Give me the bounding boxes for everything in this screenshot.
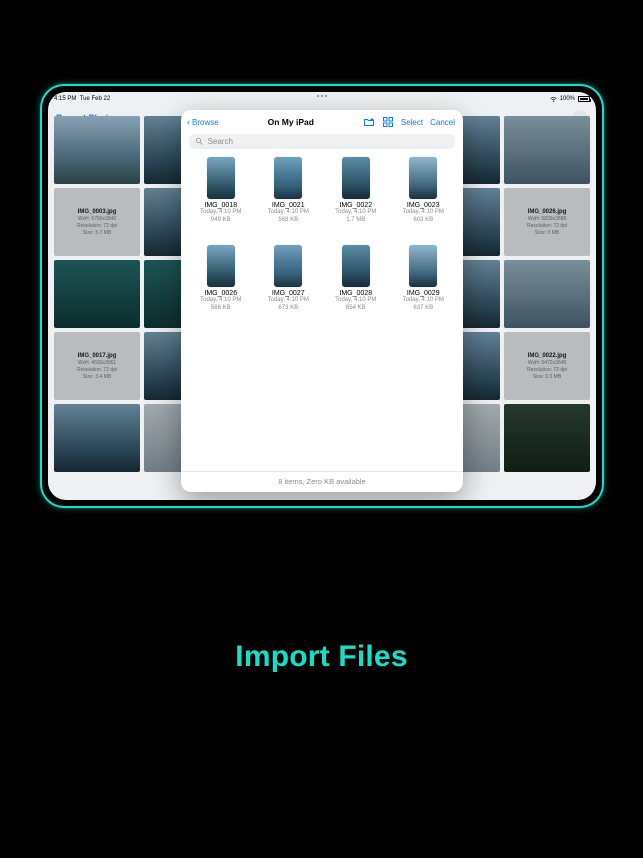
photo-tile[interactable] xyxy=(504,260,590,328)
file-name: IMG_0021 xyxy=(272,202,305,209)
file-picker-popover: ‹ Browse On My iPad Select Cancel xyxy=(181,110,463,492)
file-date: Today, 4:10 PM xyxy=(200,209,241,217)
search-icon xyxy=(195,137,204,146)
photo-tile[interactable] xyxy=(54,116,140,184)
status-time: 4:15 PM xyxy=(54,96,76,102)
multitask-dots[interactable] xyxy=(317,95,327,97)
file-thumbnail xyxy=(207,245,235,287)
photo-info-meta: Resolution: 72 dpi xyxy=(77,223,117,229)
battery-percent: 100% xyxy=(560,96,575,102)
headline-caption: Import Files xyxy=(0,640,643,674)
file-date: Today, 4:10 PM xyxy=(403,209,444,217)
file-grid: IMG_0018Today, 4:10 PM949 KBIMG_0021Toda… xyxy=(181,155,463,471)
photo-info-name: IMG_0017.jpg xyxy=(78,353,117,359)
select-button[interactable]: Select xyxy=(401,118,423,127)
photo-info-meta: WxH: 5760x3840 xyxy=(78,216,116,222)
file-date: Today, 4:10 PM xyxy=(335,297,376,305)
photo-info-tile[interactable]: IMG_0003.jpg WxH: 5760x3840 Resolution: … xyxy=(54,188,140,256)
file-name: IMG_0026 xyxy=(204,290,237,297)
photo-tile[interactable] xyxy=(54,260,140,328)
file-item[interactable]: IMG_0021Today, 4:10 PM568 KB xyxy=(259,157,319,239)
picker-footer: 8 items, Zero KB available xyxy=(181,471,463,492)
file-name: IMG_0028 xyxy=(339,290,372,297)
file-thumbnail xyxy=(274,157,302,199)
file-size: 637 KB xyxy=(413,305,433,313)
photo-tile[interactable] xyxy=(54,404,140,472)
browse-back-button[interactable]: ‹ Browse xyxy=(187,117,219,127)
search-input[interactable] xyxy=(208,137,449,146)
photo-info-tile[interactable]: IMG_0017.jpg WxH: 4592x3061 Resolution: … xyxy=(54,332,140,400)
file-name: IMG_0022 xyxy=(339,202,372,209)
photo-info-tile[interactable]: IMG_0026.jpg WxH: 5839x3888 Resolution: … xyxy=(504,188,590,256)
file-size: 949 KB xyxy=(211,217,231,225)
status-bar: 4:15 PM Tue Feb 22 100% xyxy=(48,92,596,106)
file-item[interactable]: IMG_0018Today, 4:10 PM949 KB xyxy=(191,157,251,239)
ipad-frame: 4:15 PM Tue Feb 22 100% Recent Photos ▾ xyxy=(42,86,602,506)
cancel-button[interactable]: Cancel xyxy=(430,118,455,127)
file-item[interactable]: IMG_0027Today, 4:10 PM673 KB xyxy=(259,245,319,327)
file-date: Today, 4:10 PM xyxy=(268,209,309,217)
file-name: IMG_0029 xyxy=(407,290,440,297)
picker-title: On My iPad xyxy=(268,117,314,127)
view-mode-icon[interactable] xyxy=(382,116,394,128)
file-thumbnail xyxy=(342,245,370,287)
file-thumbnail xyxy=(409,245,437,287)
photo-info-meta: WxH: 5472x3648 xyxy=(528,360,566,366)
picker-toolbar: ‹ Browse On My iPad Select Cancel xyxy=(181,110,463,132)
file-item[interactable]: IMG_0023Today, 4:10 PM603 KB xyxy=(394,157,454,239)
ipad-screen: 4:15 PM Tue Feb 22 100% Recent Photos ▾ xyxy=(48,92,596,500)
file-name: IMG_0023 xyxy=(407,202,440,209)
photo-info-name: IMG_0003.jpg xyxy=(78,209,117,215)
photo-info-name: IMG_0022.jpg xyxy=(528,353,567,359)
file-size: 673 KB xyxy=(278,305,298,313)
file-item[interactable]: IMG_0022Today, 4:10 PM1.7 MB xyxy=(326,157,386,239)
file-item[interactable]: IMG_0028Today, 4:10 PM654 KB xyxy=(326,245,386,327)
photo-info-meta: WxH: 4592x3061 xyxy=(78,360,116,366)
file-date: Today, 4:10 PM xyxy=(403,297,444,305)
photo-info-meta: Size: 3.4 MB xyxy=(83,374,111,380)
new-folder-icon[interactable] xyxy=(363,116,375,128)
photo-info-meta: Size: 5.7 MB xyxy=(83,230,111,236)
file-size: 654 KB xyxy=(346,305,366,313)
wifi-icon xyxy=(550,97,557,102)
photo-info-tile[interactable]: IMG_0022.jpg WxH: 5472x3648 Resolution: … xyxy=(504,332,590,400)
file-name: IMG_0018 xyxy=(204,202,237,209)
file-size: 566 KB xyxy=(211,305,231,313)
file-date: Today, 4:10 PM xyxy=(335,209,376,217)
photo-info-name: IMG_0026.jpg xyxy=(528,209,567,215)
photo-info-meta: Resolution: 72 dpi xyxy=(527,367,567,373)
photo-tile[interactable] xyxy=(504,116,590,184)
file-name: IMG_0027 xyxy=(272,290,305,297)
file-thumbnail xyxy=(342,157,370,199)
file-size: 1.7 MB xyxy=(346,217,365,225)
file-thumbnail xyxy=(207,157,235,199)
search-field[interactable] xyxy=(189,134,455,149)
photo-info-meta: WxH: 5839x3888 xyxy=(528,216,566,222)
file-thumbnail xyxy=(274,245,302,287)
browse-label: Browse xyxy=(192,118,219,127)
battery-icon xyxy=(578,96,590,102)
file-item[interactable]: IMG_0029Today, 4:10 PM637 KB xyxy=(394,245,454,327)
status-date: Tue Feb 22 xyxy=(80,96,110,102)
file-date: Today, 4:10 PM xyxy=(200,297,241,305)
file-size: 568 KB xyxy=(278,217,298,225)
file-size: 603 KB xyxy=(413,217,433,225)
file-item[interactable]: IMG_0026Today, 4:10 PM566 KB xyxy=(191,245,251,327)
file-date: Today, 4:10 PM xyxy=(268,297,309,305)
photo-info-meta: Resolution: 72 dpi xyxy=(77,367,117,373)
chevron-left-icon: ‹ xyxy=(187,117,190,127)
photo-info-meta: Size: 6.5 MB xyxy=(533,374,561,380)
file-thumbnail xyxy=(409,157,437,199)
photo-info-meta: Size: 3 MB xyxy=(535,230,559,236)
photo-info-meta: Resolution: 72 dpi xyxy=(527,223,567,229)
photo-tile[interactable] xyxy=(504,404,590,472)
